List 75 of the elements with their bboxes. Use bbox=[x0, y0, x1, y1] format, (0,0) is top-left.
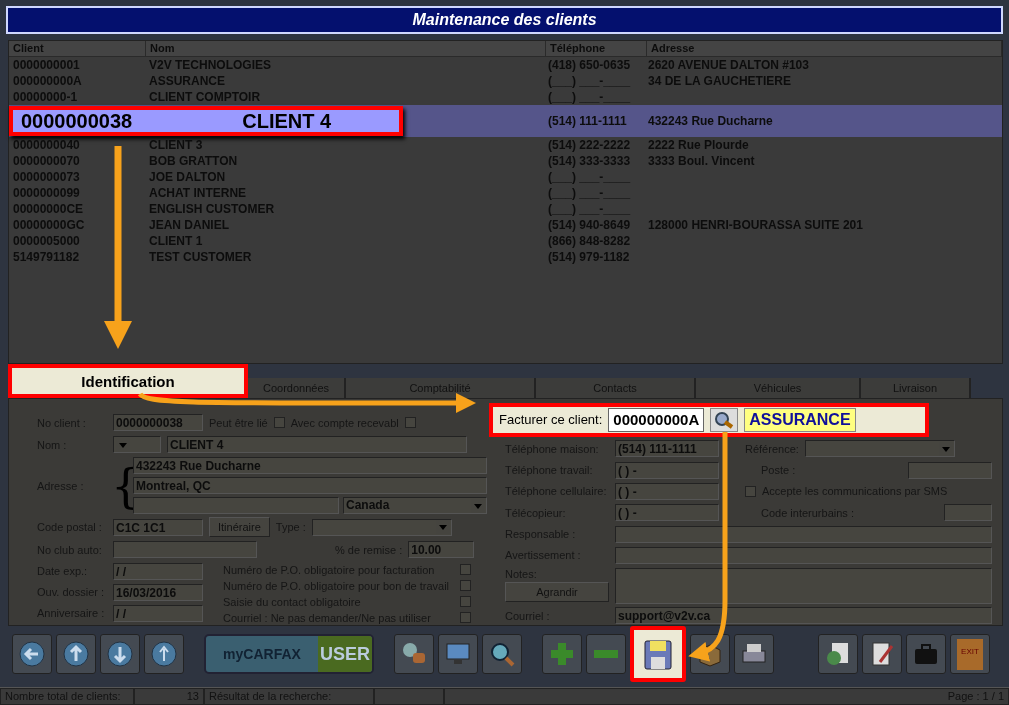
checkbox[interactable] bbox=[460, 612, 471, 623]
arrow-up-icon bbox=[150, 640, 178, 668]
warning-field[interactable] bbox=[615, 546, 992, 564]
address-field[interactable]: Montreal, QC bbox=[133, 477, 487, 494]
exit-sign: EXIT bbox=[957, 638, 983, 670]
type-dropdown[interactable] bbox=[311, 518, 452, 536]
toolbar-button[interactable] bbox=[818, 634, 858, 674]
area-code-field[interactable] bbox=[944, 504, 992, 522]
toolbar-button[interactable] bbox=[12, 634, 52, 674]
toolbar-button[interactable] bbox=[100, 634, 140, 674]
checkbox[interactable] bbox=[273, 417, 285, 428]
column-header[interactable]: Adresse bbox=[647, 41, 1002, 56]
client-number-field[interactable]: 0000000038 bbox=[113, 414, 203, 431]
manager-field[interactable] bbox=[615, 525, 992, 543]
table-cell: (___) ___-____ bbox=[548, 186, 631, 200]
phone-field[interactable]: ( ) - bbox=[615, 483, 719, 500]
checkbox[interactable] bbox=[404, 417, 416, 428]
toolbar-button[interactable] bbox=[394, 634, 434, 674]
phone-field[interactable]: ( ) - bbox=[615, 461, 719, 479]
toolbar-button[interactable] bbox=[56, 634, 96, 674]
lookup-button[interactable] bbox=[710, 407, 739, 432]
client-number: 0000000038 bbox=[21, 109, 133, 133]
toolbar-button[interactable] bbox=[630, 626, 686, 682]
arrow-left-icon bbox=[18, 640, 46, 668]
table-cell: (___) ___-____ bbox=[548, 90, 631, 104]
phone-field[interactable]: ( ) - bbox=[615, 504, 719, 522]
prefix-dropdown[interactable] bbox=[113, 436, 161, 453]
column-header[interactable]: Nom bbox=[146, 41, 546, 56]
toolbar-button[interactable] bbox=[482, 634, 522, 674]
date-field[interactable]: / / bbox=[113, 604, 203, 622]
table-cell: (___) ___-____ bbox=[548, 202, 631, 216]
field-label: Facturer ce client: bbox=[499, 412, 603, 428]
toolbar-button[interactable] bbox=[862, 634, 902, 674]
phone-field[interactable]: (514) 111-1111 bbox=[615, 440, 719, 458]
arrow-up-icon bbox=[62, 640, 90, 668]
date-field[interactable]: / / bbox=[113, 562, 203, 580]
tab[interactable]: Identification bbox=[8, 364, 248, 398]
client-name: CLIENT 4 bbox=[242, 109, 332, 133]
toolbar-button[interactable]: EXIT bbox=[950, 634, 990, 674]
client-name: ASSURANCE bbox=[744, 407, 856, 432]
address-field[interactable] bbox=[133, 497, 339, 514]
date-field[interactable]: 16/03/2016 bbox=[113, 583, 203, 601]
plus-icon bbox=[548, 640, 576, 668]
discount-field[interactable]: 10.00 bbox=[408, 541, 475, 558]
checkbox[interactable] bbox=[460, 596, 471, 607]
dropdown-value: Canada bbox=[346, 497, 390, 514]
minus-icon bbox=[594, 650, 618, 658]
postal-code-field[interactable]: C1C 1C1 bbox=[113, 518, 203, 536]
carfax-button[interactable]: myCARFAX USER bbox=[204, 634, 374, 674]
address-field[interactable]: 432243 Rue Ducharne bbox=[133, 457, 487, 474]
reference-dropdown[interactable] bbox=[804, 440, 955, 458]
notes-field[interactable] bbox=[615, 567, 992, 604]
bill-to-field[interactable]: 000000000A bbox=[608, 407, 705, 432]
selected-row[interactable]: 0000000038 CLIENT 4 (514) 111-1111 432243 Rue Ducharne bbox=[9, 105, 1002, 137]
table-cell: 432243 Rue Ducharne bbox=[648, 114, 773, 128]
table-cell: (514) 111-1111 bbox=[548, 114, 627, 128]
magnifier-icon bbox=[714, 410, 735, 429]
column-header[interactable]: Téléphone bbox=[546, 41, 647, 56]
club-field[interactable] bbox=[113, 541, 257, 558]
name-field[interactable]: CLIENT 4 bbox=[167, 436, 467, 453]
arrow-down-icon bbox=[106, 640, 134, 668]
window-title: Maintenance des clients bbox=[412, 11, 597, 29]
column-header[interactable]: Client bbox=[9, 41, 146, 56]
toolbar-button[interactable] bbox=[144, 634, 184, 674]
country-dropdown[interactable]: Canada bbox=[343, 497, 487, 514]
checkbox[interactable] bbox=[745, 486, 756, 497]
toolbar-button[interactable] bbox=[734, 634, 774, 674]
extension-field[interactable] bbox=[908, 461, 992, 479]
checkbox[interactable] bbox=[460, 580, 471, 591]
email-field[interactable]: support@v2v.ca bbox=[615, 607, 992, 625]
table-cell: (___) ___-____ bbox=[548, 170, 631, 184]
status-field bbox=[374, 688, 444, 705]
checkbox[interactable] bbox=[460, 564, 471, 575]
table-cell: (___) ___-____ bbox=[548, 74, 631, 88]
search-icon bbox=[488, 640, 516, 668]
